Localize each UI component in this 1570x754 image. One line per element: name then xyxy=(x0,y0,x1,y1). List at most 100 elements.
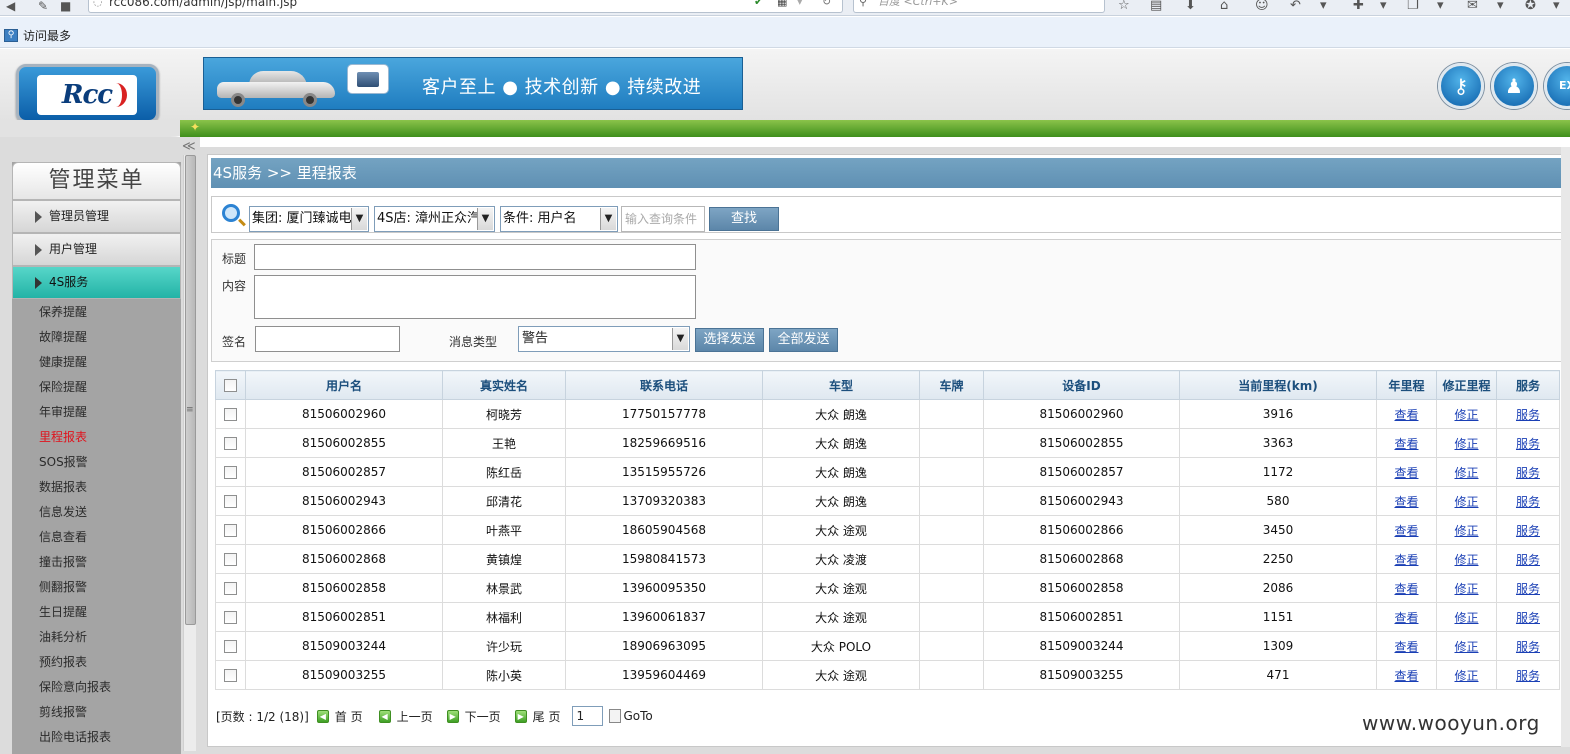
right-scrollbar[interactable] xyxy=(1561,147,1570,747)
refresh-icon[interactable]: ↻ xyxy=(822,0,831,8)
first-page-icon[interactable]: ◀ xyxy=(316,709,329,723)
sidebar-item-wire-cut[interactable]: 剪线报警 xyxy=(39,705,87,719)
exit-button[interactable]: EX xyxy=(1544,63,1570,109)
sidebar-item-insurance-intent[interactable]: 保险意向报表 xyxy=(39,680,111,694)
fix-mileage-link[interactable]: 修正 xyxy=(1454,553,1478,567)
send-selected-button[interactable]: 选择发送 xyxy=(695,328,764,352)
sidebar-item-maintenance[interactable]: 保养提醒 xyxy=(39,305,87,319)
fix-mileage-link[interactable]: 修正 xyxy=(1454,495,1478,509)
row-checkbox[interactable] xyxy=(224,611,237,624)
address-bar[interactable]: ◌ rcc086.com/admin/jsp/main.jsp ✔ ▦ ▾ ↻ xyxy=(88,0,843,13)
service-link[interactable]: 服务 xyxy=(1516,437,1540,451)
sidebar-item-send-message[interactable]: 信息发送 xyxy=(39,505,87,519)
chevron-down-icon[interactable]: ▾ xyxy=(1437,0,1444,12)
message-type-select[interactable]: 警告 ▼ xyxy=(518,326,690,352)
last-page-link[interactable]: 尾 页 xyxy=(533,708,561,725)
sidebar-scrollbar[interactable]: ≪ ≡ ▼ xyxy=(182,137,197,754)
stop-icon[interactable]: ■ xyxy=(60,0,71,14)
send-all-button[interactable]: 全部发送 xyxy=(769,328,838,352)
next-page-link[interactable]: 下一页 xyxy=(465,708,501,725)
service-link[interactable]: 服务 xyxy=(1516,495,1540,509)
page-icon[interactable]: ❐ xyxy=(1407,0,1419,12)
row-checkbox[interactable] xyxy=(224,466,237,479)
sidebar-section-admin[interactable]: 管理员管理 xyxy=(12,200,181,233)
goto-button[interactable]: GoTo xyxy=(623,709,652,723)
scroll-thumb[interactable] xyxy=(185,155,196,625)
collapse-icon[interactable]: ≪ xyxy=(182,139,196,154)
content-field[interactable] xyxy=(254,275,696,319)
store-select[interactable]: 4S店: 漳州正众汽 ▼ xyxy=(374,206,495,232)
next-page-icon[interactable]: ▶ xyxy=(446,709,459,723)
service-link[interactable]: 服务 xyxy=(1516,466,1540,480)
fix-mileage-link[interactable]: 修正 xyxy=(1454,524,1478,538)
home-icon[interactable]: ⌂ xyxy=(1220,0,1228,12)
view-annual-link[interactable]: 查看 xyxy=(1394,437,1418,451)
view-annual-link[interactable]: 查看 xyxy=(1394,611,1418,625)
view-annual-link[interactable]: 查看 xyxy=(1394,524,1418,538)
view-annual-link[interactable]: 查看 xyxy=(1394,466,1418,480)
sidebar-item-claim-phone[interactable]: 出险电话报表 xyxy=(39,730,111,744)
sidebar-item-appointment[interactable]: 预约报表 xyxy=(39,655,87,669)
sidebar-item-fault[interactable]: 故障提醒 xyxy=(39,330,87,344)
sidebar-item-fuel[interactable]: 油耗分析 xyxy=(39,630,87,644)
bookmark-most-visited[interactable]: ⚲ 访问最多 xyxy=(4,27,71,44)
view-annual-link[interactable]: 查看 xyxy=(1394,582,1418,596)
addon-icon[interactable]: ✪ xyxy=(1525,0,1536,12)
service-link[interactable]: 服务 xyxy=(1516,582,1540,596)
select-all-checkbox[interactable] xyxy=(224,379,237,392)
row-checkbox[interactable] xyxy=(224,408,237,421)
sidebar-item-rollover[interactable]: 侧翻报警 xyxy=(39,580,87,594)
sidebar-item-sos[interactable]: SOS报警 xyxy=(39,455,88,469)
first-page-link[interactable]: 首 页 xyxy=(335,708,363,725)
row-checkbox[interactable] xyxy=(224,524,237,537)
row-checkbox[interactable] xyxy=(224,437,237,450)
condition-select[interactable]: 条件: 用户名 ▼ xyxy=(500,206,618,232)
row-checkbox[interactable] xyxy=(224,640,237,653)
view-annual-link[interactable]: 查看 xyxy=(1394,553,1418,567)
chevron-down-icon[interactable]: ▾ xyxy=(1553,0,1560,12)
sidebar-section-4s[interactable]: 4S服务 xyxy=(12,266,181,299)
dropdown-icon[interactable]: ▾ xyxy=(797,0,803,8)
sidebar-item-mileage-report[interactable]: 里程报表 xyxy=(39,430,87,444)
sidebar-item-inspection[interactable]: 年审提醒 xyxy=(39,405,87,419)
fix-mileage-link[interactable]: 修正 xyxy=(1454,466,1478,480)
sidebar-section-users[interactable]: 用户管理 xyxy=(12,233,181,266)
fix-mileage-link[interactable]: 修正 xyxy=(1454,582,1478,596)
row-checkbox[interactable] xyxy=(224,495,237,508)
comment-icon[interactable]: ✉ xyxy=(1467,0,1478,12)
prev-page-link[interactable]: 上一页 xyxy=(397,708,433,725)
last-page-icon[interactable]: ▶ xyxy=(514,709,527,723)
view-annual-link[interactable]: 查看 xyxy=(1394,640,1418,654)
sidebar-item-collision[interactable]: 撞击报警 xyxy=(39,555,87,569)
page-input[interactable]: 1 xyxy=(572,706,604,726)
fix-mileage-link[interactable]: 修正 xyxy=(1454,408,1478,422)
sidebar-item-insurance[interactable]: 保险提醒 xyxy=(39,380,87,394)
back-icon[interactable]: ◀ xyxy=(6,0,15,14)
fix-mileage-link[interactable]: 修正 xyxy=(1454,437,1478,451)
user-button[interactable]: ♟ xyxy=(1491,63,1537,109)
service-link[interactable]: 服务 xyxy=(1516,524,1540,538)
group-select[interactable]: 集团: 厦门臻诚电 ▼ xyxy=(249,206,369,232)
service-link[interactable]: 服务 xyxy=(1516,553,1540,567)
row-checkbox[interactable] xyxy=(224,669,237,682)
download-icon[interactable]: ⬇ xyxy=(1185,0,1196,12)
chevron-down-icon[interactable]: ▾ xyxy=(1380,0,1387,12)
chevron-down-icon[interactable]: ▾ xyxy=(1497,0,1504,12)
service-link[interactable]: 服务 xyxy=(1516,669,1540,683)
sidebar-item-data-report[interactable]: 数据报表 xyxy=(39,480,87,494)
view-annual-link[interactable]: 查看 xyxy=(1394,669,1418,683)
tools-icon[interactable]: ✎ xyxy=(38,0,48,14)
view-annual-link[interactable]: 查看 xyxy=(1394,408,1418,422)
browser-search[interactable]: ⚲ 百度 <Ctrl+K> xyxy=(853,0,1105,13)
fix-mileage-link[interactable]: 修正 xyxy=(1454,640,1478,654)
sidebar-item-birthday[interactable]: 生日提醒 xyxy=(39,605,87,619)
row-checkbox[interactable] xyxy=(224,553,237,566)
service-link[interactable]: 服务 xyxy=(1516,408,1540,422)
fix-mileage-link[interactable]: 修正 xyxy=(1454,669,1478,683)
undo-icon[interactable]: ↶ xyxy=(1290,0,1301,12)
prev-page-icon[interactable]: ◀ xyxy=(378,709,391,723)
title-field[interactable] xyxy=(254,244,696,270)
plugin-icon[interactable]: ✚ xyxy=(1353,0,1364,12)
qr-icon[interactable]: ▦ xyxy=(777,0,787,8)
chevron-down-icon[interactable]: ▾ xyxy=(1320,0,1327,12)
